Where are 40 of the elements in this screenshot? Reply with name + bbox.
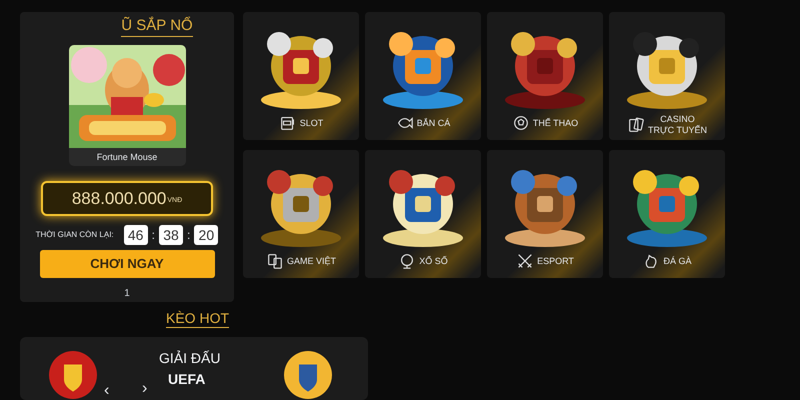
category-tile[interactable]: XỔ SỐ <box>365 150 481 278</box>
timer-separator: : <box>186 227 190 244</box>
category-label: THỂ THAO <box>532 118 578 128</box>
section-heading: Ũ SẮP NỔ <box>121 16 193 37</box>
category-tile[interactable]: THỂ THAO <box>487 12 603 140</box>
section-heading: KÈO HOT <box>166 309 230 328</box>
category-label: ĐÁ GÀ <box>663 256 692 266</box>
category-tile[interactable]: GAME VIỆT <box>243 150 359 278</box>
timer-digit: 38 <box>158 225 183 245</box>
ball-icon <box>512 114 530 132</box>
league-name: UEFA <box>168 370 206 389</box>
category-label: XỔ SỐ <box>419 256 448 266</box>
page-number: 1 <box>124 287 130 301</box>
category-tile[interactable]: CASINO TRỰC TUYẾN <box>609 12 725 140</box>
category-label: ESPORT <box>537 256 574 266</box>
timer-separator: : <box>152 227 155 244</box>
game-card[interactable]: Fortune Mouse <box>68 45 186 166</box>
timer-label: THỜI GIAN CÒN LẠI: <box>36 229 114 241</box>
fish-icon <box>396 114 414 132</box>
cards-icon <box>626 116 645 134</box>
league-label: GIẢI ĐẤU <box>159 349 220 368</box>
category-label: GAME VIỆT <box>286 256 336 266</box>
next-button[interactable]: › <box>142 381 148 397</box>
timer-digit: 46 <box>124 225 148 245</box>
previous-button[interactable]: ‹ <box>104 383 110 399</box>
slot-machine-icon <box>278 114 297 132</box>
game-title: Fortune Mouse <box>96 151 158 164</box>
category-tile[interactable]: ESPORT <box>487 150 603 278</box>
play-button[interactable]: CHƠI NGAY <box>40 250 214 278</box>
crossed-swords-icon <box>516 252 534 270</box>
category-label: CASINO TRỰC TUYẾN <box>648 114 708 136</box>
category-label: SLOT <box>300 118 324 128</box>
team-crest-icon <box>49 351 97 399</box>
category-tile[interactable]: ĐÁ GÀ <box>609 150 725 278</box>
category-tile[interactable]: BẮN CÁ <box>365 12 481 140</box>
timer-digit: 20 <box>194 225 218 245</box>
team-crest-icon <box>284 351 332 399</box>
cards-icon <box>266 252 284 270</box>
category-tile[interactable]: SLOT <box>243 12 359 140</box>
category-label: BẮN CÁ <box>416 118 450 128</box>
